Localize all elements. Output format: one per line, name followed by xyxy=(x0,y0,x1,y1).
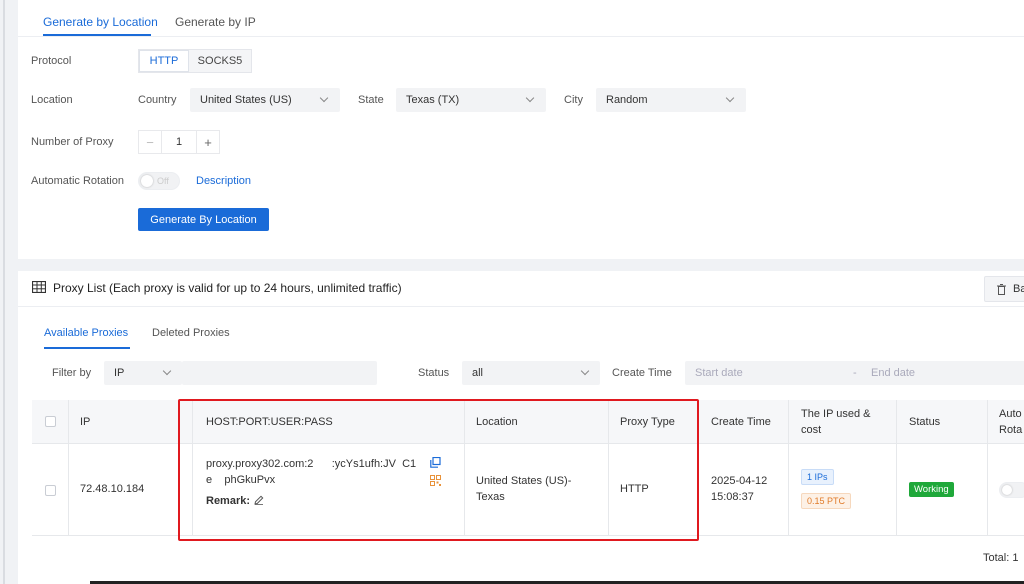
col-divider xyxy=(896,400,897,444)
country-value: United States (US) xyxy=(200,94,292,106)
total-count: Total: 1 xyxy=(983,552,1019,564)
col-header-cost: cost xyxy=(801,424,822,436)
country-label: Country xyxy=(138,94,177,106)
highlight-annotation-box xyxy=(178,399,699,541)
create-time-label: Create Time xyxy=(612,367,672,379)
quantity-value[interactable]: 1 xyxy=(161,131,197,153)
filter-field-value: IP xyxy=(114,367,125,379)
active-tab-indicator xyxy=(43,34,151,36)
toggle-text: Off xyxy=(157,176,169,186)
date-range-separator: - xyxy=(853,367,857,379)
proxy-list-title: Proxy List (Each proxy is valid for up t… xyxy=(53,281,402,295)
automatic-rotation-label: Automatic Rotation xyxy=(31,175,124,187)
start-date-input[interactable]: Start date xyxy=(695,367,743,379)
tab-generate-by-location[interactable]: Generate by Location xyxy=(43,15,158,29)
table-icon xyxy=(32,281,46,293)
row-create-date: 2025-04-12 xyxy=(711,475,768,487)
generate-by-location-button[interactable]: Generate By Location xyxy=(138,208,269,231)
protocol-segmented: HTTP SOCKS5 xyxy=(138,49,252,73)
col-header-auto: Auto xyxy=(999,408,1022,420)
decrement-button[interactable]: − xyxy=(139,131,161,153)
col-divider xyxy=(68,400,69,444)
location-label: Location xyxy=(31,94,73,106)
toggle-knob xyxy=(141,175,153,187)
page-edge xyxy=(3,0,5,584)
tab-generate-by-ip[interactable]: Generate by IP xyxy=(175,15,256,29)
chevron-down-icon xyxy=(162,366,172,376)
col-divider xyxy=(987,444,988,536)
col-header-rotation: Rota xyxy=(999,424,1023,436)
col-header-ip-used: The IP used & xyxy=(801,408,871,420)
col-divider xyxy=(68,444,69,536)
filter-search-input[interactable] xyxy=(182,361,377,385)
col-divider xyxy=(896,444,897,536)
number-of-proxy-label: Number of Proxy xyxy=(31,136,114,148)
col-header-status: Status xyxy=(909,416,941,428)
status-badge: Working xyxy=(909,482,954,497)
status-filter-label: Status xyxy=(418,367,450,379)
row-ip: 72.48.10.184 xyxy=(80,483,145,495)
toggle-knob xyxy=(1002,485,1012,495)
col-header-create-time: Create Time xyxy=(711,416,771,428)
status-filter-select[interactable]: all xyxy=(462,361,600,385)
select-all-checkbox[interactable] xyxy=(45,416,56,427)
ips-used-badge: 1 IPs xyxy=(801,469,834,485)
row-create-time: 15:08:37 xyxy=(711,491,754,503)
chevron-down-icon xyxy=(525,93,535,103)
active-subtab-indicator xyxy=(44,347,130,349)
generate-tabs: Generate by Location Generate by IP xyxy=(18,0,1024,37)
date-range-picker[interactable]: Start date - End date xyxy=(685,361,1024,385)
proxy-quantity-stepper: − 1 + xyxy=(138,130,220,154)
batch-delete-button[interactable]: Ba xyxy=(984,276,1024,302)
trash-icon xyxy=(997,284,1006,295)
col-divider xyxy=(788,400,789,444)
generate-card: Generate by Location Generate by IP Prot… xyxy=(18,0,1024,259)
col-divider xyxy=(788,444,789,536)
cost-badge: 0.15 PTC xyxy=(801,493,852,509)
row-checkbox[interactable] xyxy=(45,485,56,496)
protocol-http-option[interactable]: HTTP xyxy=(139,50,189,72)
automatic-rotation-toggle[interactable]: Off xyxy=(138,172,180,190)
city-label: City xyxy=(564,94,583,106)
end-date-input[interactable]: End date xyxy=(871,367,915,379)
chevron-down-icon xyxy=(580,366,590,376)
city-value: Random xyxy=(606,94,648,106)
chevron-down-icon xyxy=(319,93,329,103)
row-rotation-toggle[interactable] xyxy=(999,482,1024,498)
filter-field-select[interactable]: IP xyxy=(104,361,182,385)
city-select[interactable]: Random xyxy=(596,88,746,112)
protocol-label: Protocol xyxy=(31,55,72,67)
batch-button-label: Ba xyxy=(1013,283,1024,295)
description-link[interactable]: Description xyxy=(196,175,251,187)
state-select[interactable]: Texas (TX) xyxy=(396,88,546,112)
proxy-list-header: Proxy List (Each proxy is valid for up t… xyxy=(18,271,1024,307)
col-divider xyxy=(987,400,988,444)
chevron-down-icon xyxy=(725,93,735,103)
increment-button[interactable]: + xyxy=(197,131,219,153)
tab-available-proxies[interactable]: Available Proxies xyxy=(44,327,128,339)
state-label: State xyxy=(358,94,384,106)
filter-by-label: Filter by xyxy=(52,367,92,379)
status-filter-value: all xyxy=(472,367,484,379)
tab-deleted-proxies[interactable]: Deleted Proxies xyxy=(152,327,230,339)
col-header-ip: IP xyxy=(80,416,91,428)
protocol-socks5-option[interactable]: SOCKS5 xyxy=(189,50,251,72)
state-value: Texas (TX) xyxy=(406,94,460,106)
country-select[interactable]: United States (US) xyxy=(190,88,340,112)
